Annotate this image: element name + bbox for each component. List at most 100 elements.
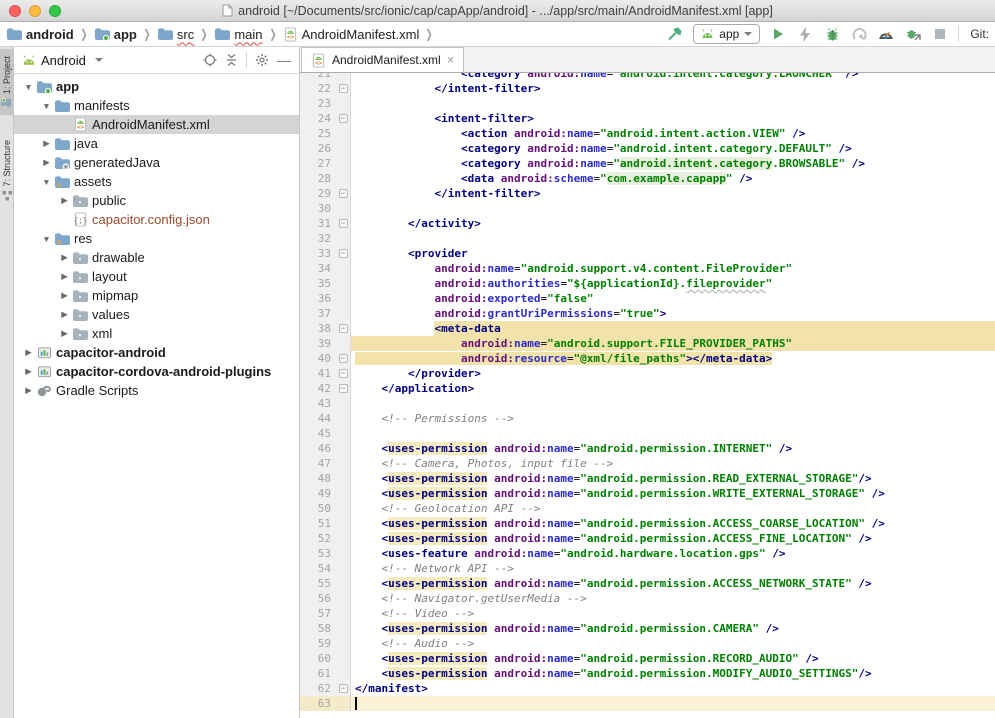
- code-line-text[interactable]: <uses-permission android:name="android.p…: [351, 441, 995, 456]
- breadcrumb-item-main[interactable]: main: [214, 27, 262, 42]
- code-line-text[interactable]: </provider>: [351, 366, 995, 381]
- code-line-text[interactable]: <provider: [351, 246, 995, 261]
- code-line-text[interactable]: <!-- Audio -->: [351, 636, 995, 651]
- code-line-text[interactable]: android:name="android.support.v4.content…: [351, 261, 995, 276]
- chevron-right-icon[interactable]: ▶: [58, 252, 71, 263]
- tree-item-capacitor-android[interactable]: ▶capacitor-android: [14, 343, 299, 362]
- code-line-text[interactable]: <!-- Network API -->: [351, 561, 995, 576]
- code-line-text[interactable]: </activity>: [351, 216, 995, 231]
- fold-end-icon[interactable]: −: [339, 354, 348, 363]
- code-line-text[interactable]: <category android:name="android.intent.c…: [351, 141, 995, 156]
- code-line-text[interactable]: <uses-permission android:name="android.p…: [351, 621, 995, 636]
- tab-androidmanifest[interactable]: <> AndroidManifest.xml ×: [301, 47, 464, 72]
- collapse-all-icon[interactable]: [225, 53, 238, 67]
- code-line-text[interactable]: [351, 96, 995, 111]
- project-view-select[interactable]: Android: [22, 53, 103, 68]
- attach-debugger-icon[interactable]: [904, 25, 922, 43]
- chevron-right-icon[interactable]: ▶: [40, 157, 53, 168]
- fold-end-icon[interactable]: −: [339, 189, 348, 198]
- tree-item-gradle-scripts[interactable]: ▶Gradle Scripts: [14, 381, 299, 400]
- chevron-down-icon[interactable]: ▼: [22, 82, 35, 92]
- code-line-text[interactable]: <action android:name="android.intent.act…: [351, 126, 995, 141]
- fold-start-icon[interactable]: −: [339, 324, 348, 333]
- code-line-text[interactable]: <meta-data: [351, 321, 995, 336]
- tree-item-assets[interactable]: ▼assets: [14, 172, 299, 191]
- code-line-text[interactable]: <uses-permission android:name="android.p…: [351, 576, 995, 591]
- apply-changes-icon[interactable]: [796, 25, 814, 43]
- code-line-text[interactable]: <uses-permission android:name="android.p…: [351, 651, 995, 666]
- code-line-text[interactable]: </intent-filter>: [351, 186, 995, 201]
- code-line-text[interactable]: <uses-permission android:name="android.p…: [351, 531, 995, 546]
- tree-item-values[interactable]: ▶values: [14, 305, 299, 324]
- fold-end-icon[interactable]: −: [339, 84, 348, 93]
- minimize-window-icon[interactable]: [29, 5, 41, 17]
- fold-end-icon[interactable]: −: [339, 369, 348, 378]
- tree-item-res[interactable]: ▼res: [14, 229, 299, 248]
- code-line-text[interactable]: [351, 426, 995, 441]
- breadcrumb-item-androidmanifest-xml[interactable]: <>AndroidManifest.xml: [283, 27, 420, 42]
- tree-item-xml[interactable]: ▶xml: [14, 324, 299, 343]
- code-line-text[interactable]: [351, 396, 995, 411]
- fold-end-icon[interactable]: −: [339, 684, 348, 693]
- locate-file-icon[interactable]: [203, 53, 217, 67]
- coverage-icon[interactable]: [850, 25, 868, 43]
- code-editor[interactable]: 21 <category android:name="android.inten…: [300, 73, 995, 718]
- code-line-text[interactable]: [351, 201, 995, 216]
- stop-icon[interactable]: [931, 25, 949, 43]
- code-line-text[interactable]: <intent-filter>: [351, 111, 995, 126]
- code-line-text[interactable]: <data android:scheme="com.example.capapp…: [351, 171, 995, 186]
- close-tab-icon[interactable]: ×: [447, 55, 455, 65]
- code-line-text[interactable]: </application>: [351, 381, 995, 396]
- code-line-text[interactable]: <uses-permission android:name="android.p…: [351, 516, 995, 531]
- code-line-text[interactable]: android:name="android.support.FILE_PROVI…: [351, 336, 995, 351]
- tree-item-drawable[interactable]: ▶drawable: [14, 248, 299, 267]
- code-line-text[interactable]: <!-- Camera, Photos, input file -->: [351, 456, 995, 471]
- chevron-right-icon[interactable]: ▶: [40, 138, 53, 149]
- chevron-down-icon[interactable]: ▼: [40, 234, 53, 244]
- tree-item-mipmap[interactable]: ▶mipmap: [14, 286, 299, 305]
- fold-start-icon[interactable]: −: [339, 114, 348, 123]
- code-line-text[interactable]: android:grantUriPermissions="true">: [351, 306, 995, 321]
- chevron-right-icon[interactable]: ▶: [58, 328, 71, 339]
- zoom-window-icon[interactable]: [49, 5, 61, 17]
- chevron-right-icon[interactable]: ▶: [22, 385, 35, 396]
- code-line-text[interactable]: <category android:name="android.intent.c…: [351, 156, 995, 171]
- tree-item-generatedjava[interactable]: ▶generatedJava: [14, 153, 299, 172]
- code-line-text[interactable]: [351, 231, 995, 246]
- chevron-right-icon[interactable]: ▶: [22, 366, 35, 377]
- tool-window-button-project[interactable]: 1: Project: [0, 49, 14, 115]
- chevron-right-icon[interactable]: ▶: [58, 271, 71, 282]
- breadcrumb-item-android[interactable]: android: [6, 27, 74, 42]
- tree-item-manifests[interactable]: ▼manifests: [14, 96, 299, 115]
- code-line-text[interactable]: <uses-permission android:name="android.p…: [351, 486, 995, 501]
- code-line-text[interactable]: android:resource="@xml/file_paths"></met…: [351, 351, 995, 366]
- code-line-text[interactable]: </manifest>: [351, 681, 995, 696]
- tree-item-app[interactable]: ▼app: [14, 77, 299, 96]
- tree-item-capacitor-cordova-android-plugins[interactable]: ▶capacitor-cordova-android-plugins: [14, 362, 299, 381]
- tree-item-layout[interactable]: ▶layout: [14, 267, 299, 286]
- tree-item-androidmanifest-xml[interactable]: <>AndroidManifest.xml: [14, 115, 299, 134]
- chevron-right-icon[interactable]: ▶: [58, 309, 71, 320]
- code-line-text[interactable]: </intent-filter>: [351, 81, 995, 96]
- breadcrumb-item-src[interactable]: src: [157, 27, 194, 42]
- breadcrumb-item-app[interactable]: app: [94, 27, 137, 42]
- code-line-text[interactable]: <category android:name="android.intent.c…: [351, 73, 995, 81]
- tree-item-public[interactable]: ▶public: [14, 191, 299, 210]
- chevron-right-icon[interactable]: ▶: [58, 290, 71, 301]
- close-window-icon[interactable]: [9, 5, 21, 17]
- tree-item-capacitor-config-json[interactable]: {;}capacitor.config.json: [14, 210, 299, 229]
- run-configuration-select[interactable]: app: [693, 24, 760, 44]
- tree-item-java[interactable]: ▶java: [14, 134, 299, 153]
- code-line-text[interactable]: android:authorities="${applicationId}.fi…: [351, 276, 995, 291]
- code-line-text[interactable]: <!-- Video -->: [351, 606, 995, 621]
- code-line-text[interactable]: <uses-permission android:name="android.p…: [351, 666, 995, 681]
- chevron-right-icon[interactable]: ▶: [58, 195, 71, 206]
- chevron-down-icon[interactable]: ▼: [40, 101, 53, 111]
- fold-start-icon[interactable]: −: [339, 249, 348, 258]
- build-hammer-icon[interactable]: [666, 25, 684, 43]
- chevron-right-icon[interactable]: ▶: [22, 347, 35, 358]
- settings-gear-icon[interactable]: [255, 53, 269, 67]
- code-line-text[interactable]: <!-- Permissions -->: [351, 411, 995, 426]
- fold-end-icon[interactable]: −: [339, 219, 348, 228]
- tool-window-button-structure[interactable]: 7: Structure: [0, 133, 14, 208]
